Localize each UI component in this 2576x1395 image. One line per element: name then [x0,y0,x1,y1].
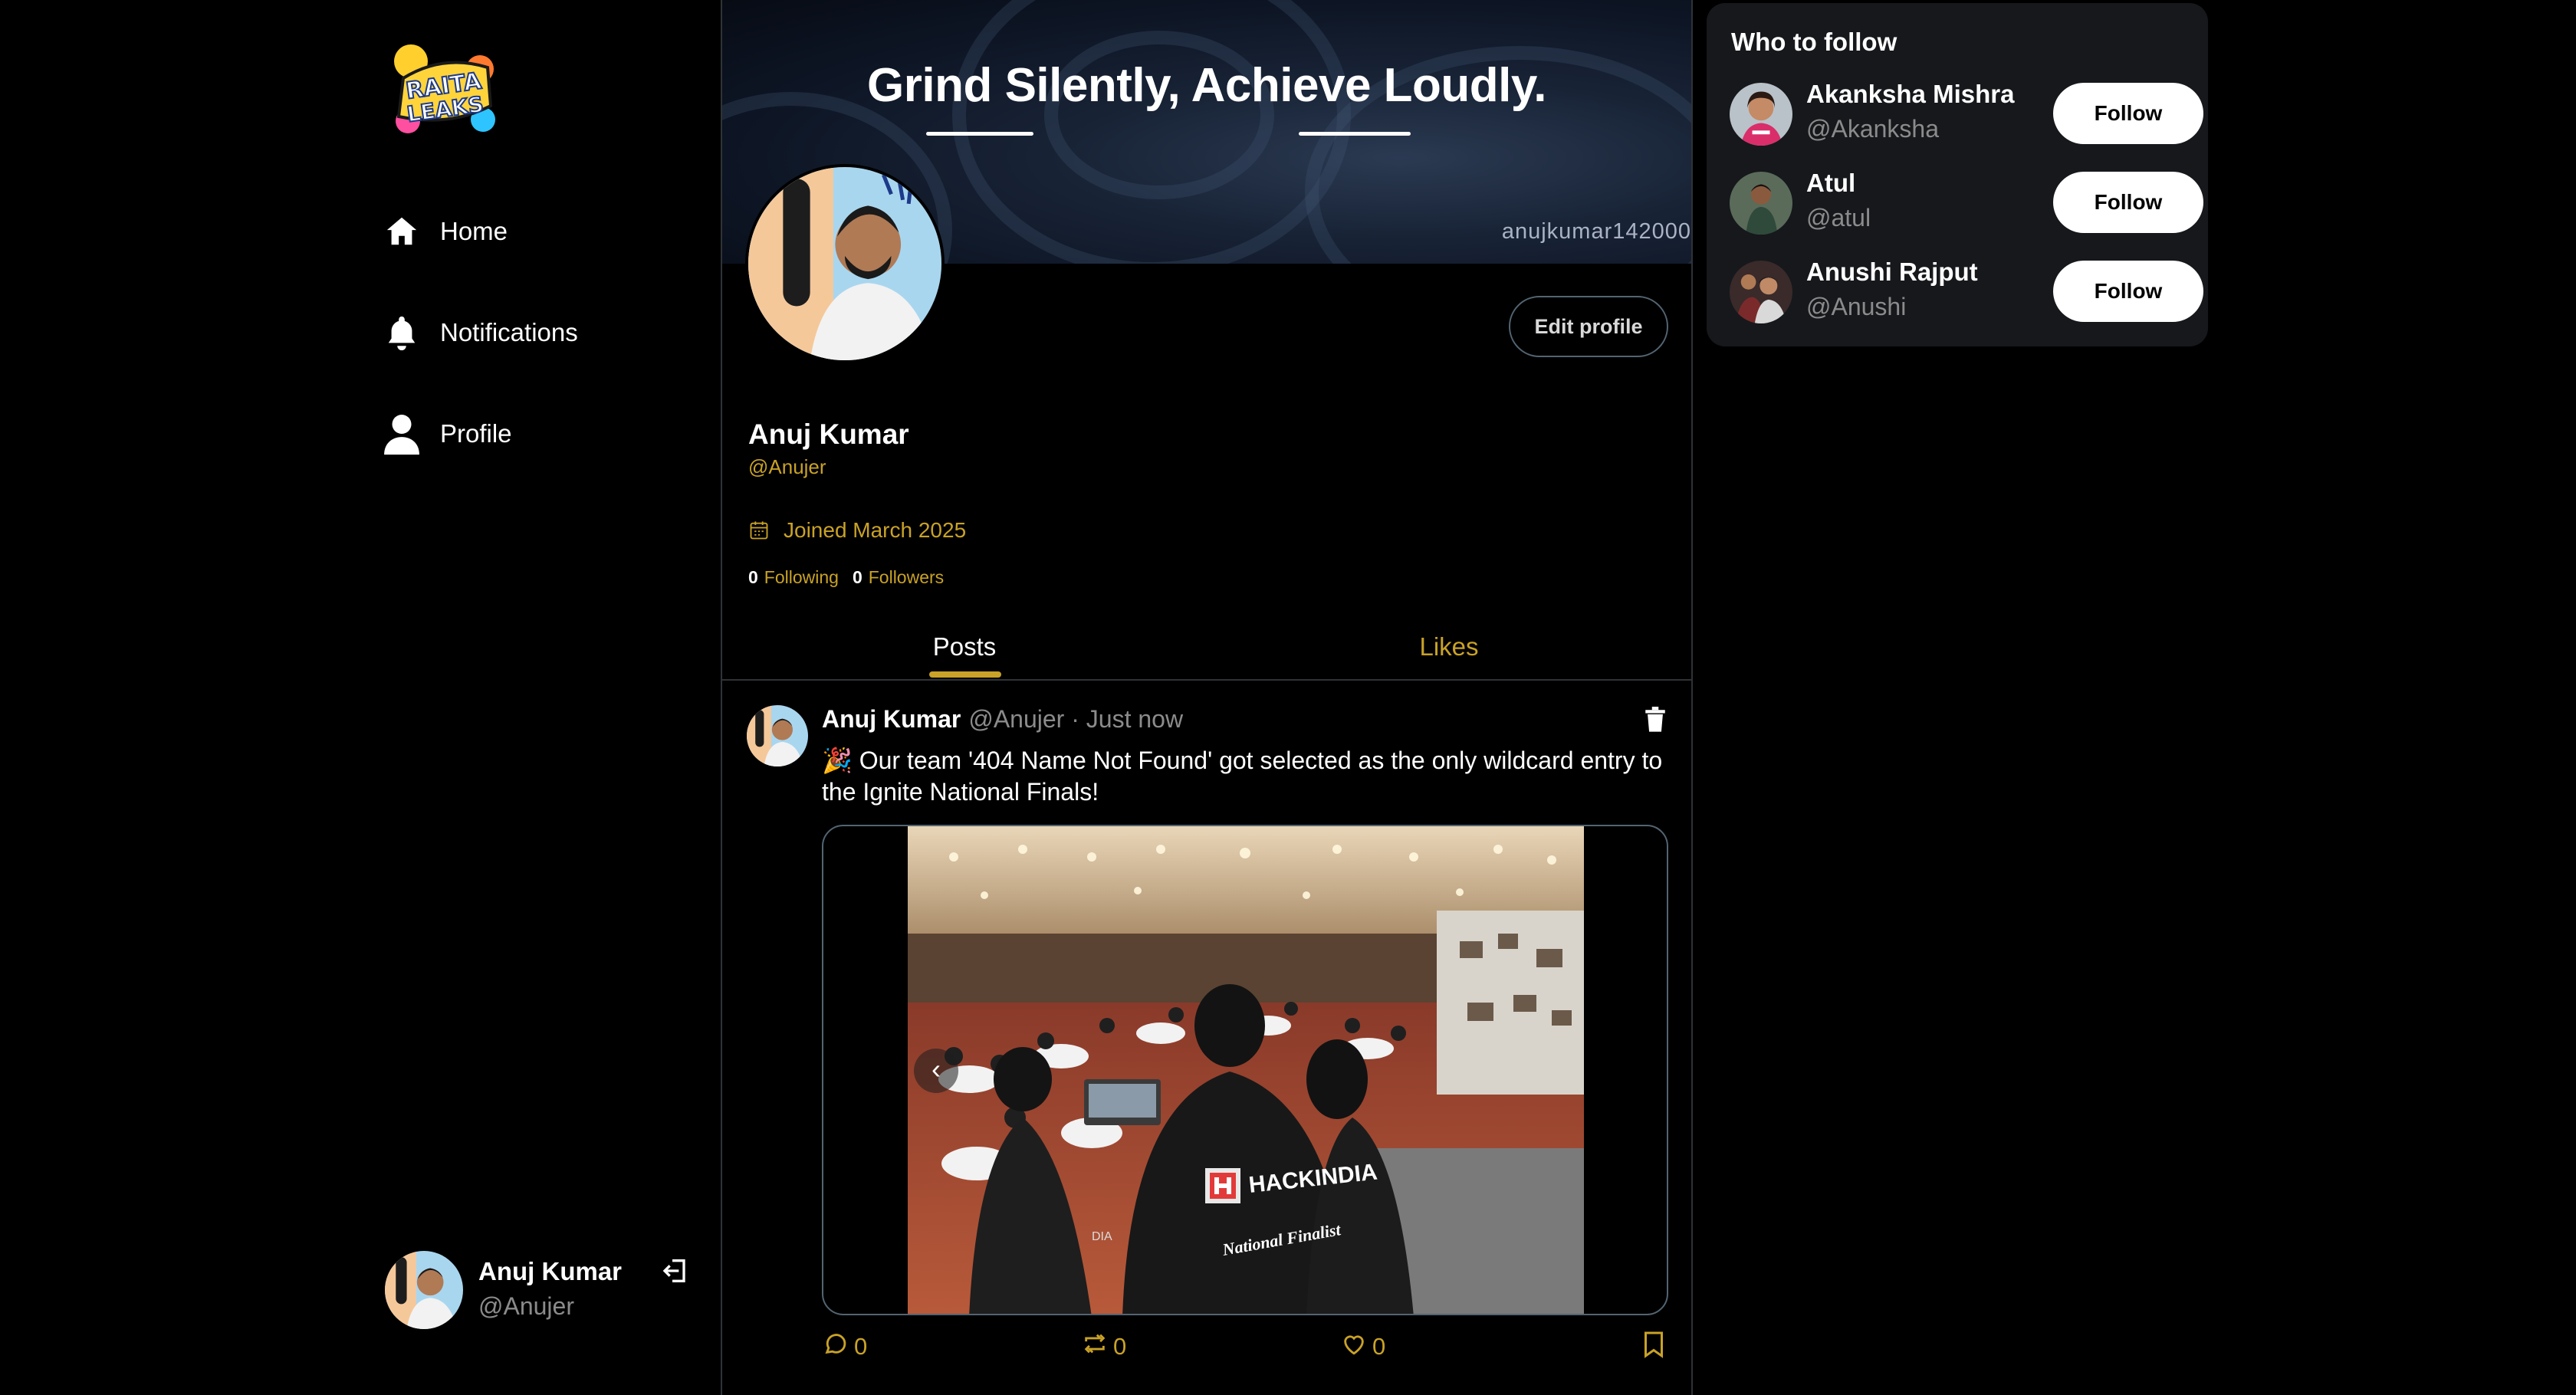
suggested-user[interactable]: Anushi Rajput @Anushi Follow [1730,258,2203,334]
app-logo[interactable]: RAITA LEAKS [380,31,506,146]
left-sidebar: RAITA LEAKS Home Notifications Profile A… [0,0,722,1395]
post-author-handle-time: @Anujer · Just now [968,705,1184,733]
profile-avatar[interactable] [745,164,945,363]
banner-tag: anujkumar142000 [1501,219,1691,244]
following-count: 0 [748,567,758,587]
profile-name: Anuj Kumar [748,419,909,450]
nav-notifications[interactable]: Notifications [380,302,578,363]
post-text: 🎉 Our team '404 Name Not Found' got sele… [822,745,1665,808]
tab-posts[interactable]: Posts [722,613,1207,681]
current-user-avatar [385,1251,463,1329]
like-count: 0 [1372,1333,1386,1360]
suggested-user-handle: @Akanksha [1806,115,1940,143]
who-to-follow-panel: Who to follow Akanksha Mishra @Akanksha … [1707,3,2208,346]
who-to-follow-title: Who to follow [1731,28,1898,56]
repost-count: 0 [1113,1333,1127,1360]
follow-button[interactable]: Follow [2053,261,2203,322]
profile-joined: Joined March 2025 [748,518,966,543]
follow-button[interactable]: Follow [2053,83,2203,144]
trash-icon[interactable] [1644,707,1667,733]
profile-handle: @Anujer [748,455,826,478]
post-meta: Anuj Kumar @Anujer · Just now [822,705,1183,734]
bell-icon [380,311,423,354]
edit-profile-button[interactable]: Edit profile [1509,296,1668,357]
banner-underline-left [926,132,1033,136]
bookmark-icon [1642,1331,1670,1364]
followers-link[interactable]: Followers [869,567,944,588]
banner-title: Grind Silently, Achieve Loudly. [867,59,1546,112]
banner-underline-right [1299,132,1411,136]
suggested-user-name: Akanksha Mishra [1806,80,2015,108]
comment-button[interactable]: 0 [822,1331,867,1363]
main-column: Grind Silently, Achieve Loudly. anujkuma… [722,0,1693,1395]
post-author-name[interactable]: Anuj Kumar [822,705,961,733]
photo-sleeve-text: DIA [1092,1230,1112,1243]
post-body: Our team '404 Name Not Found' got select… [822,747,1663,806]
current-user-name: Anuj Kumar [478,1257,623,1285]
suggested-user-handle: @Anushi [1806,293,1907,320]
post-actions: 0 0 0 [822,1331,1673,1369]
following-link[interactable]: Following [764,567,839,588]
nav-profile[interactable]: Profile [380,403,512,464]
tab-likes[interactable]: Likes [1207,613,1691,681]
user-icon [380,412,423,455]
post-media[interactable]: HACKINDIA National Finalist DIA ‹ [822,825,1668,1315]
current-user-handle: @Anujer [478,1292,574,1320]
heart-icon [1340,1331,1372,1363]
profile-tabs: Posts Likes [722,613,1691,681]
follow-button[interactable]: Follow [2053,172,2203,233]
nav-home[interactable]: Home [380,201,508,262]
repost-icon [1081,1331,1113,1363]
follow-stats: 0 Following 0 Followers [748,567,958,588]
home-icon [380,210,423,253]
comment-count: 0 [854,1333,868,1360]
post-author-avatar[interactable] [747,705,808,766]
logout-icon[interactable] [661,1256,695,1289]
nav-notifications-label: Notifications [440,318,578,346]
comment-icon [822,1331,854,1363]
suggested-user[interactable]: Atul @atul Follow [1730,169,2203,245]
suggested-user-avatar [1730,261,1792,323]
nav-profile-label: Profile [440,419,512,448]
suggested-user-name: Anushi Rajput [1806,258,1978,286]
carousel-prev-button[interactable]: ‹ [914,1049,958,1093]
repost-button[interactable]: 0 [1081,1331,1126,1363]
current-user-card[interactable]: Anuj Kumar @Anujer [385,1248,692,1332]
like-button[interactable]: 0 [1340,1331,1385,1363]
calendar-icon [748,520,770,541]
suggested-user-avatar [1730,172,1792,235]
suggested-user-handle: @atul [1806,204,1871,231]
bookmark-button[interactable] [1642,1331,1670,1364]
nav-home-label: Home [440,217,508,245]
suggested-user[interactable]: Akanksha Mishra @Akanksha Follow [1730,80,2203,156]
tab-posts-indicator [929,671,1001,678]
post-photo[interactable]: HACKINDIA National Finalist DIA [908,826,1584,1314]
post-card[interactable]: Anuj Kumar @Anujer · Just now 🎉 Our team … [722,682,1691,1395]
joined-text: Joined March 2025 [784,518,967,542]
followers-count: 0 [852,567,863,587]
suggested-user-name: Atul [1806,169,1856,197]
party-emoji: 🎉 [822,747,853,774]
suggested-user-avatar [1730,83,1792,146]
